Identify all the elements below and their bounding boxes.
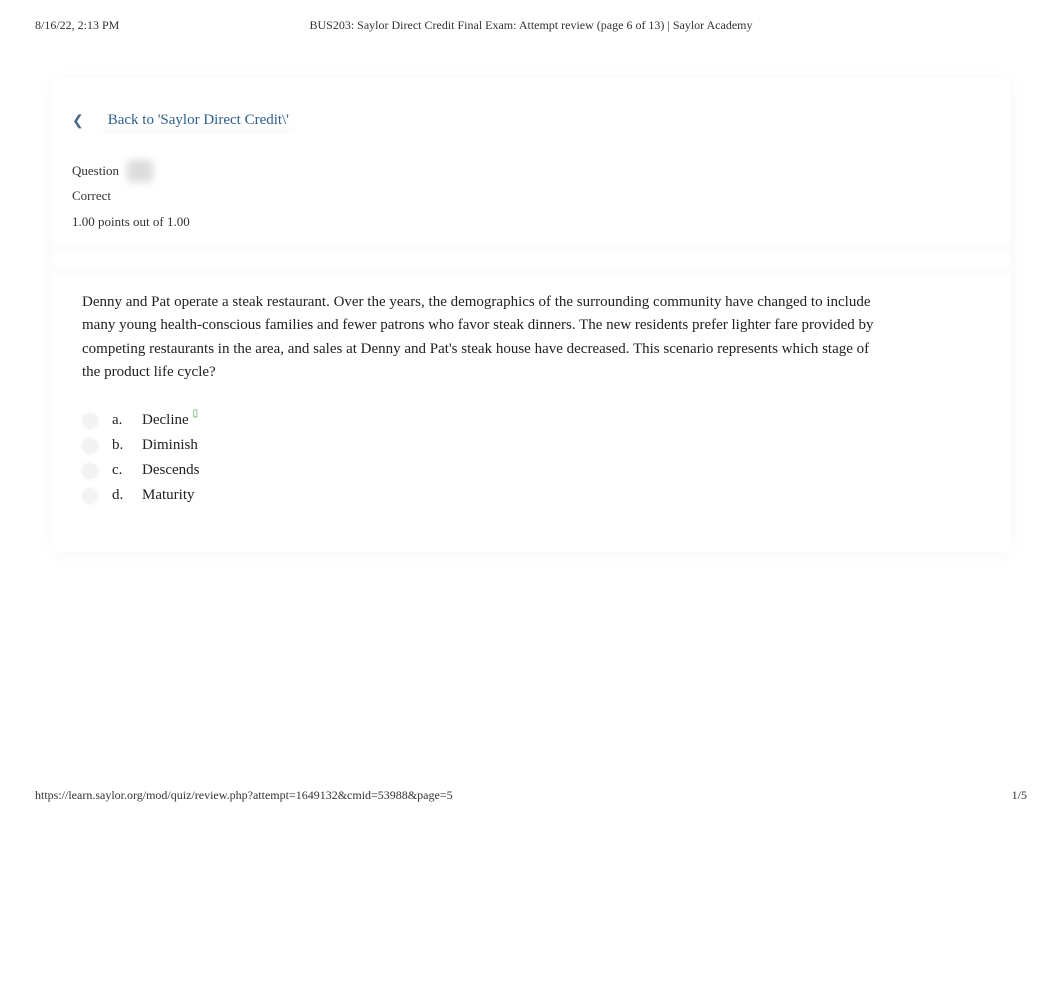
radio-icon xyxy=(82,413,98,429)
question-status: Correct xyxy=(72,184,990,207)
option-letter: b. xyxy=(112,437,128,454)
back-link-row: ❮ Back to 'Saylor Direct Credit\' xyxy=(52,78,1010,151)
footer-page-counter: 1/5 xyxy=(1012,788,1027,803)
question-label: Question xyxy=(72,159,119,182)
header-title: BUS203: Saylor Direct Credit Final Exam:… xyxy=(0,18,1062,33)
option-c[interactable]: c. Descends xyxy=(82,462,980,479)
question-body: Denny and Pat operate a steak restaurant… xyxy=(52,273,1010,522)
question-meta: Question Correct 1.00 points out of 1.00 xyxy=(52,151,1010,239)
option-text: Decline xyxy=(142,412,189,429)
footer-url: https://learn.saylor.org/mod/quiz/review… xyxy=(35,788,453,803)
radio-icon xyxy=(82,488,98,504)
option-letter: c. xyxy=(112,462,128,479)
option-letter: a. xyxy=(112,412,128,429)
options-list: a. Decline ▯ b. Diminish c. Descends xyxy=(82,412,980,504)
option-text: Descends xyxy=(142,462,199,479)
option-text: Diminish xyxy=(142,437,198,454)
option-d[interactable]: d. Maturity xyxy=(82,487,980,504)
question-number-row: Question xyxy=(72,159,153,182)
radio-icon xyxy=(82,438,98,454)
radio-icon xyxy=(82,463,98,479)
option-letter: d. xyxy=(112,487,128,504)
option-a[interactable]: a. Decline ▯ xyxy=(82,412,980,429)
option-b[interactable]: b. Diminish xyxy=(82,437,980,454)
section-divider xyxy=(52,245,1010,273)
chevron-left-icon: ❮ xyxy=(72,112,84,129)
option-text: Maturity xyxy=(142,487,195,504)
question-card: ❮ Back to 'Saylor Direct Credit\' Questi… xyxy=(52,78,1010,552)
question-number-redacted xyxy=(127,160,153,182)
question-points: 1.00 points out of 1.00 xyxy=(72,210,990,233)
correct-mark-icon: ▯ xyxy=(193,408,199,419)
back-link[interactable]: Back to 'Saylor Direct Credit\' xyxy=(102,108,295,133)
question-text: Denny and Pat operate a steak restaurant… xyxy=(82,291,882,384)
